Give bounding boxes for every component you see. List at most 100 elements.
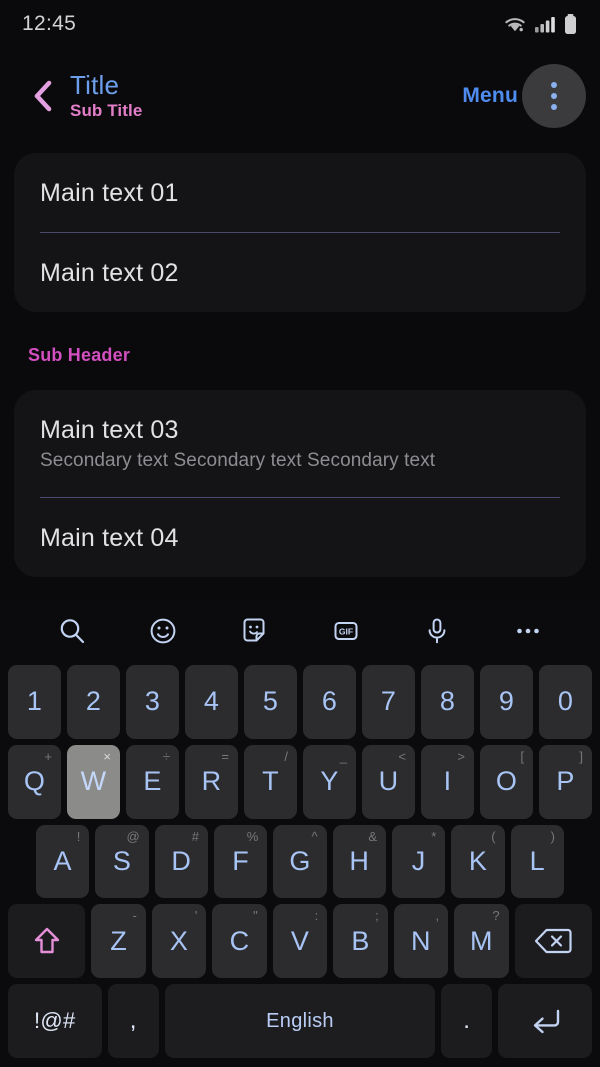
- list-item-main-text: Main text 04: [40, 524, 179, 553]
- backspace-key[interactable]: [514, 904, 592, 979]
- key-7[interactable]: 7: [362, 665, 415, 739]
- keyboard-row-bottom: !@# , English .: [4, 981, 596, 1061]
- key-sup-label: >: [457, 748, 465, 764]
- more-horizontal-icon[interactable]: [507, 610, 549, 652]
- key-m[interactable]: ? M: [454, 904, 509, 979]
- key-label: T: [262, 766, 279, 797]
- key-2[interactable]: 2: [67, 665, 120, 739]
- key-x[interactable]: ' X: [151, 904, 207, 979]
- comma-key[interactable]: ,: [107, 984, 159, 1058]
- key-label: 4: [203, 686, 220, 717]
- shift-key[interactable]: [8, 904, 86, 979]
- search-icon[interactable]: [51, 610, 93, 652]
- symbols-key[interactable]: !@#: [8, 984, 102, 1058]
- key-q[interactable]: + Q: [8, 744, 61, 819]
- key-4[interactable]: 4: [185, 665, 238, 739]
- key-n[interactable]: ,N: [393, 904, 449, 979]
- back-button[interactable]: [22, 75, 64, 117]
- key-8[interactable]: 8: [421, 665, 474, 739]
- key-h[interactable]: & H: [332, 824, 386, 899]
- key-1[interactable]: 1: [8, 665, 61, 739]
- key-5[interactable]: 5: [244, 665, 297, 739]
- list-item-main-text: Main text 03: [40, 415, 179, 444]
- gif-icon[interactable]: GIF: [325, 610, 367, 652]
- key-0[interactable]: 0: [539, 665, 592, 739]
- keyboard-toolbar: GIF: [0, 600, 600, 662]
- key-label: !@#: [33, 1008, 76, 1034]
- more-vertical-icon-dot2: [551, 92, 557, 99]
- key-p[interactable]: ] P: [539, 744, 592, 819]
- key-r[interactable]: = R: [185, 744, 238, 819]
- key-t[interactable]: / T: [244, 744, 297, 819]
- key-i[interactable]: > I: [421, 744, 474, 819]
- list-item[interactable]: Main text 03 Secondary text Secondary te…: [40, 390, 560, 498]
- key-label: F: [232, 845, 250, 876]
- key-label: Q: [23, 766, 46, 797]
- key-label: M: [470, 925, 493, 956]
- key-label: 5: [262, 686, 279, 717]
- list-item[interactable]: Main text 02: [40, 233, 560, 312]
- key-label: C: [229, 925, 250, 956]
- key-j[interactable]: * J: [391, 824, 446, 899]
- key-v[interactable]: :V: [272, 904, 328, 979]
- key-label: S: [112, 845, 132, 876]
- sub-header: Sub Header: [28, 344, 131, 365]
- key-sup-label: _: [339, 748, 347, 764]
- key-sup-label: =: [221, 748, 229, 764]
- page-subtitle: Sub Title: [70, 101, 143, 121]
- period-key[interactable]: .: [441, 984, 493, 1058]
- key-w[interactable]: × W: [67, 744, 120, 819]
- key-d[interactable]: # D: [154, 824, 208, 899]
- key-label: R: [201, 766, 222, 797]
- key-a[interactable]: ! A: [36, 824, 90, 899]
- key-c[interactable]: " C: [212, 904, 267, 979]
- key-sup-label: +: [44, 748, 52, 764]
- key-label: 2: [85, 686, 102, 717]
- key-sup-label: [: [520, 748, 524, 764]
- key-sup-label: #: [191, 828, 199, 844]
- key-z[interactable]: -Z: [91, 904, 146, 979]
- keyboard-row-numbers: 1 2 3 4 5 6 7 8 9 0: [4, 662, 596, 742]
- key-label: 6: [321, 686, 338, 717]
- phone-screen: 12:45 Title Sub Title Menu Main text 01 …: [0, 0, 600, 1067]
- key-sup-label: ;: [375, 908, 379, 924]
- key-e[interactable]: ÷ E: [126, 744, 179, 819]
- enter-key[interactable]: [498, 984, 592, 1058]
- key-sup-label: ×: [103, 748, 111, 764]
- emoji-icon[interactable]: [142, 610, 184, 652]
- sticker-icon[interactable]: [233, 610, 275, 652]
- key-sup-label: ,: [435, 908, 440, 924]
- key-f[interactable]: % F: [214, 824, 268, 899]
- space-key[interactable]: English: [164, 984, 436, 1058]
- microphone-icon[interactable]: [416, 610, 458, 652]
- key-k[interactable]: (K: [451, 824, 505, 899]
- key-label: A: [53, 845, 72, 876]
- list-item-secondary-text: Secondary text Secondary text Secondary …: [40, 450, 436, 472]
- key-6[interactable]: 6: [303, 665, 356, 739]
- key-label: Y: [320, 766, 339, 797]
- chevron-left-icon: [34, 80, 52, 111]
- key-g[interactable]: ^ G: [273, 824, 327, 899]
- key-sup-label: !: [76, 828, 81, 844]
- app-bar-actions: Menu: [462, 63, 586, 128]
- key-u[interactable]: < U: [362, 744, 415, 819]
- key-3[interactable]: 3: [126, 665, 179, 739]
- list-item[interactable]: Main text 04: [40, 498, 560, 577]
- key-l[interactable]: ) L: [510, 824, 564, 899]
- key-o[interactable]: [O: [480, 744, 533, 819]
- list-item[interactable]: Main text 01: [40, 153, 560, 232]
- key-9[interactable]: 9: [480, 665, 533, 739]
- key-label: 1: [26, 686, 43, 717]
- key-label: L: [529, 845, 545, 876]
- key-s[interactable]: @ S: [95, 824, 149, 899]
- status-bar: 12:45: [0, 0, 600, 48]
- overflow-menu-button[interactable]: [522, 63, 586, 128]
- key-b[interactable]: ; B: [333, 904, 388, 979]
- battery-icon: [565, 14, 576, 34]
- key-y[interactable]: _ Y: [303, 744, 356, 819]
- key-label: H: [349, 845, 370, 876]
- enter-icon: [534, 1009, 560, 1034]
- key-label: ,: [129, 1007, 137, 1035]
- key-label: N: [411, 925, 431, 956]
- menu-button[interactable]: Menu: [462, 84, 518, 108]
